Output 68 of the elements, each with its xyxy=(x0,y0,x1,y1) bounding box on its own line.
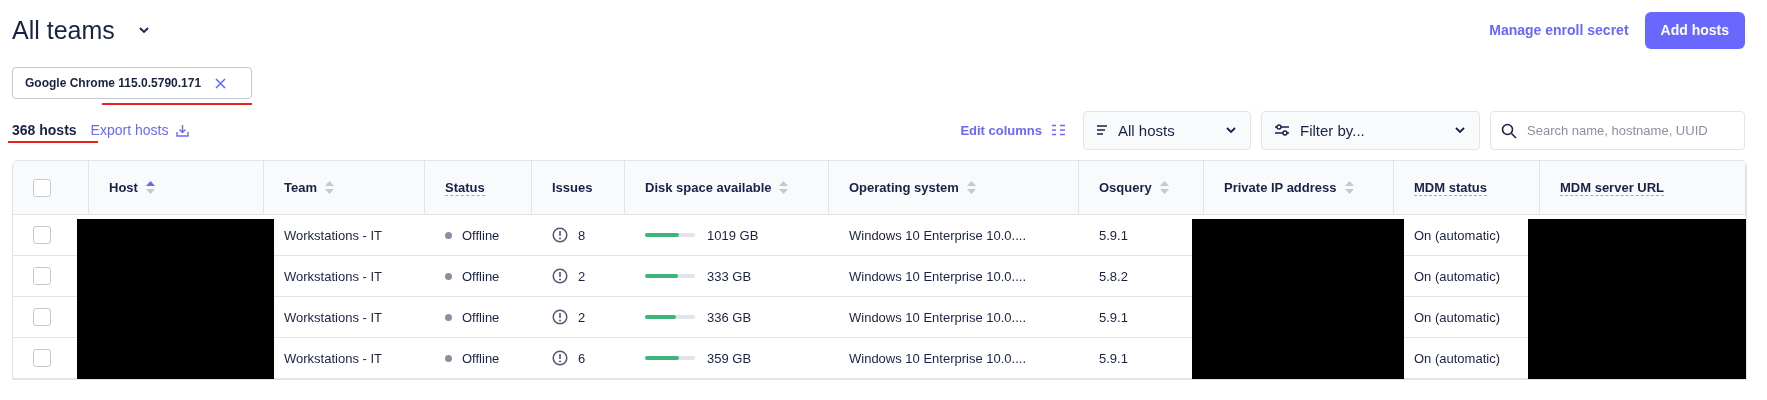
column-header: Status xyxy=(445,179,485,196)
table-cell: On (automatic) xyxy=(1414,268,1500,284)
column-header: MDM status xyxy=(1414,179,1487,196)
sort-icon[interactable] xyxy=(145,181,155,194)
manage-enroll-secret-link[interactable]: Manage enroll secret xyxy=(1489,22,1629,38)
issue-count: 2 xyxy=(578,309,586,325)
disk-space-text: 1019 GB xyxy=(707,227,759,243)
add-hosts-button[interactable]: Add hosts xyxy=(1644,11,1745,49)
table-cell: Windows 10 Enterprise 10.0.... xyxy=(849,227,1027,243)
download-icon xyxy=(176,123,190,137)
column-header: Issues xyxy=(552,180,593,195)
alert-circle-icon xyxy=(552,268,568,284)
table-cell: Workstations - IT xyxy=(284,268,382,284)
row-checkbox[interactable] xyxy=(33,349,51,367)
column-header[interactable]: Osquery xyxy=(1099,180,1152,195)
table-cell: Workstations - IT xyxy=(284,350,382,366)
export-hosts-link[interactable]: Export hosts xyxy=(90,122,190,138)
table-cell: On (automatic) xyxy=(1414,350,1500,366)
filter-dropdown[interactable]: Filter by... xyxy=(1261,110,1480,150)
table-cell: Windows 10 Enterprise 10.0.... xyxy=(849,350,1027,366)
row-checkbox[interactable] xyxy=(33,226,51,244)
table-cell: On (automatic) xyxy=(1414,309,1500,325)
row-checkbox[interactable] xyxy=(33,267,51,285)
search-field[interactable]: Search name, hostname, UUID xyxy=(1490,110,1745,150)
columns-icon xyxy=(1052,124,1065,136)
issue-count: 8 xyxy=(578,227,586,243)
search-icon xyxy=(1501,122,1517,139)
alert-circle-icon xyxy=(552,309,568,325)
table-cell: 5.9.1 xyxy=(1099,350,1128,366)
row-checkbox[interactable] xyxy=(33,308,51,326)
sliders-icon xyxy=(1274,124,1290,136)
status-text: Offline xyxy=(462,309,500,325)
filter-chip-label: Google Chrome 115.0.5790.171 xyxy=(25,76,202,90)
issue-count: 6 xyxy=(578,350,586,366)
column-header[interactable]: Team xyxy=(284,180,317,195)
column-header[interactable]: Host xyxy=(109,180,138,195)
status-text: Offline xyxy=(462,268,500,284)
table-cell: On (automatic) xyxy=(1414,227,1500,243)
column-header[interactable]: Private IP address xyxy=(1224,180,1337,195)
status-text: Offline xyxy=(462,350,500,366)
status-dot-icon xyxy=(445,272,452,280)
table-cell: Workstations - IT xyxy=(284,227,382,243)
table-cell: 5.9.1 xyxy=(1099,227,1128,243)
issue-count: 2 xyxy=(578,268,586,284)
disk-space-text: 336 GB xyxy=(707,309,752,325)
column-header[interactable]: Disk space available xyxy=(645,180,772,195)
status-text: Offline xyxy=(462,227,500,243)
disk-space-text: 333 GB xyxy=(707,268,752,284)
column-header[interactable]: Operating system xyxy=(849,180,959,195)
table-cell: Windows 10 Enterprise 10.0.... xyxy=(849,309,1027,325)
table-cell: 5.8.2 xyxy=(1099,268,1128,284)
select-all-checkbox[interactable] xyxy=(33,178,51,197)
disk-space-text: 359 GB xyxy=(707,350,752,366)
host-status-dropdown[interactable]: All hosts xyxy=(1083,110,1251,150)
list-icon xyxy=(1096,124,1108,136)
table-cell: Windows 10 Enterprise 10.0.... xyxy=(849,268,1027,284)
host-count: 368 hosts xyxy=(12,122,77,138)
edit-columns-link[interactable]: Edit columns xyxy=(960,122,1065,138)
alert-circle-icon xyxy=(552,227,568,243)
status-dot-icon xyxy=(445,231,452,239)
table-cell: Workstations - IT xyxy=(284,309,382,325)
status-dot-icon xyxy=(445,354,452,362)
table-cell: 5.9.1 xyxy=(1099,309,1128,325)
column-header: MDM server URL xyxy=(1560,179,1665,196)
status-dot-icon xyxy=(445,313,452,321)
team-dropdown[interactable]: All teams xyxy=(12,15,151,45)
alert-circle-icon xyxy=(552,350,568,366)
close-icon[interactable] xyxy=(215,77,227,89)
